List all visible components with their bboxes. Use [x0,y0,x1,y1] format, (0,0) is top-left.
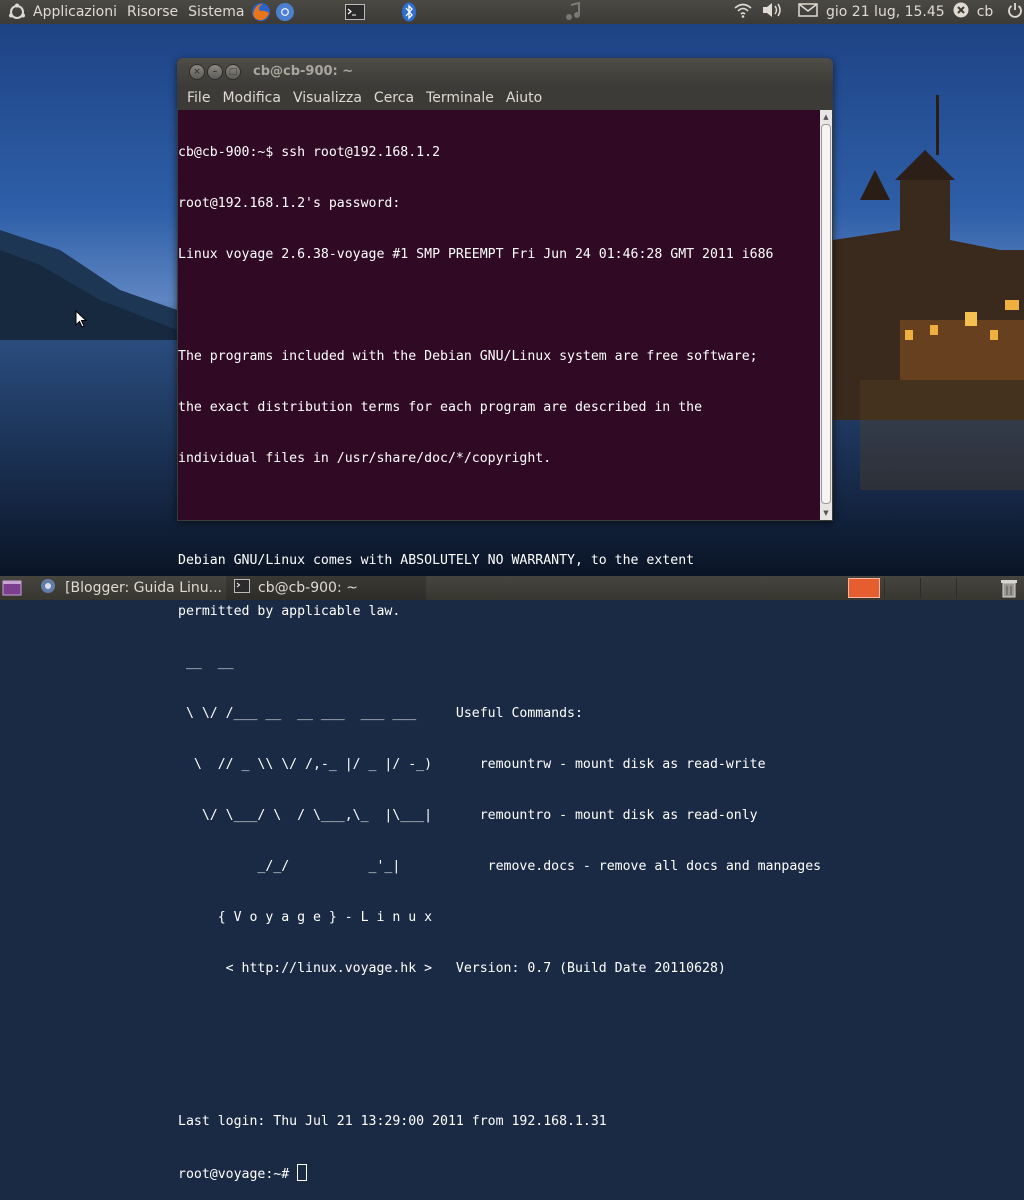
terminal-line: \ \/ /___ __ __ ___ ___ ___ Useful Comma… [178,706,583,721]
menu-view[interactable]: Visualizza [287,86,368,110]
taskbar-item-browser[interactable]: [Blogger: Guida Linu... [40,576,222,600]
user-name[interactable]: cb [977,4,994,20]
music-icon[interactable] [562,1,584,23]
terminal-scrollbar[interactable]: ▲ ▼ [820,110,832,520]
top-panel: Applicazioni Risorse Sistema gio 21 lug,… [0,0,1024,24]
terminal-line: \ // _ \\ \/ /,-_ |/ _ |/ -_) remountrw … [178,757,766,772]
terminal-area[interactable]: cb@cb-900:~$ ssh root@192.168.1.2 root@1… [178,110,821,1182]
menu-file[interactable]: File [177,86,216,110]
menu-applications[interactable]: Applicazioni [28,0,122,24]
menu-places[interactable]: Risorse [122,0,183,24]
terminal-line: __ __ [178,655,234,670]
terminal-line: ​ [178,297,821,314]
terminal-line: Last login: Thu Jul 21 13:29:00 2011 fro… [178,1114,607,1129]
clock[interactable]: gio 21 lug, 15.45 [826,4,945,20]
terminal-output: cb@cb-900:~$ ssh root@192.168.1.2 root@1… [178,110,821,1200]
terminal-icon [234,579,256,597]
menu-edit[interactable]: Modifica [216,86,287,110]
terminal-line: individual files in /usr/share/doc/*/cop… [178,451,552,466]
terminal-line: ​ [178,1011,821,1028]
scroll-up-arrow-icon[interactable]: ▲ [820,112,832,122]
menu-search[interactable]: Cerca [368,86,420,110]
terminal-prompt: root@voyage:~# [178,1167,298,1182]
terminal-line: cb@cb-900:~$ ssh root@192.168.1.2 [178,145,441,160]
terminal-line: { V o y a g e } - L i n u x [178,910,433,925]
workspace-1[interactable] [848,578,880,598]
window-title: cb@cb-900: ~ [253,64,354,79]
network-icon[interactable] [734,2,754,22]
terminal-window: × – □ cb@cb-900: ~ File Modifica Visuali… [177,58,833,1182]
terminal-line: ​ [178,1062,821,1079]
window-menubar: File Modifica Visualizza Cerca Terminale… [177,86,833,110]
terminal-prompt-line[interactable]: root@voyage:~# [178,1164,821,1183]
close-button[interactable]: × [189,64,205,80]
terminal-line: the exact distribution terms for each pr… [178,400,703,415]
window-titlebar[interactable]: × – □ cb@cb-900: ~ [177,58,833,86]
terminal-cursor [297,1164,308,1181]
terminal-line: _/_/ _'_| remove.docs - remove all docs … [178,859,822,874]
firefox-icon[interactable] [250,1,272,23]
volume-icon[interactable] [762,2,786,22]
scrollbar-thumb[interactable] [821,124,831,504]
terminal-line: Linux voyage 2.6.38-voyage #1 SMP PREEMP… [178,247,774,262]
taskbar-item-label: [Blogger: Guida Linu... [65,580,222,596]
chromium-icon[interactable] [274,1,296,23]
scroll-down-arrow-icon[interactable]: ▼ [820,508,832,518]
power-icon[interactable] [1007,2,1024,22]
minimize-button[interactable]: – [207,64,223,80]
menu-help[interactable]: Aiuto [500,86,548,110]
taskbar-item-terminal[interactable]: cb@cb-900: ~ [226,576,426,600]
menu-terminal[interactable]: Terminale [420,86,500,110]
terminal-line: root@192.168.1.2's password: [178,196,401,211]
trash-icon[interactable] [1000,576,1022,600]
workspace-3[interactable] [920,578,955,598]
terminal-icon[interactable] [344,1,366,23]
mouse-pointer-icon [75,310,87,328]
bottom-panel: [Blogger: Guida Linu... cb@cb-900: ~ [0,576,1024,600]
terminal-line: Debian GNU/Linux comes with ABSOLUTELY N… [178,553,695,568]
taskbar-item-label: cb@cb-900: ~ [258,580,358,596]
bluetooth-icon[interactable] [398,1,420,23]
terminal-line: ​ [178,501,821,518]
workspace-4[interactable] [956,578,991,598]
terminal-line: The programs included with the Debian GN… [178,349,758,364]
menu-system[interactable]: Sistema [183,0,249,24]
chromium-icon [40,578,61,598]
terminal-line: < http://linux.voyage.hk > Version: 0.7 … [178,961,726,976]
ubuntu-logo-icon[interactable] [6,1,28,23]
mail-icon[interactable] [798,3,820,21]
status-icon[interactable] [953,2,971,22]
show-desktop-button[interactable] [2,576,24,600]
terminal-line: \/ \___/ \ / \___,\_ |\___| remountro - … [178,808,758,823]
maximize-button[interactable]: □ [225,64,241,80]
workspace-2[interactable] [884,578,919,598]
terminal-line: permitted by applicable law. [178,604,401,619]
